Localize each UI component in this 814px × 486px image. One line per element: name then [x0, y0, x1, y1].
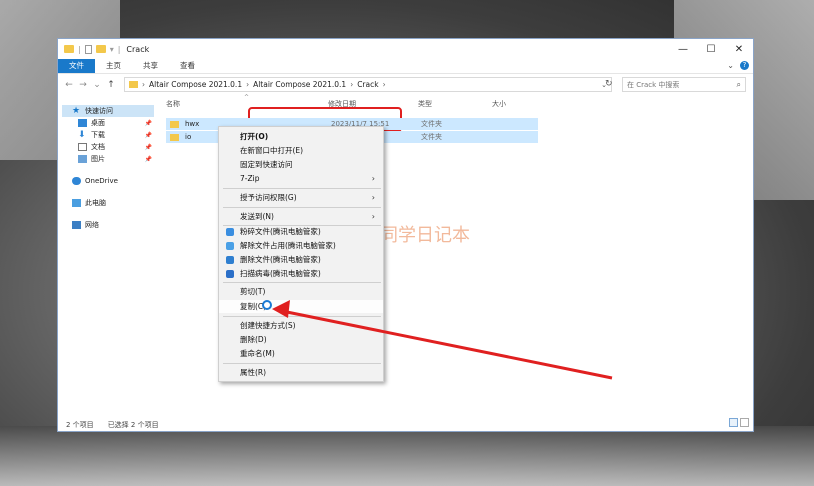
- annotation-arrow: [272, 300, 613, 380]
- mouse-cursor-icon: [262, 300, 272, 310]
